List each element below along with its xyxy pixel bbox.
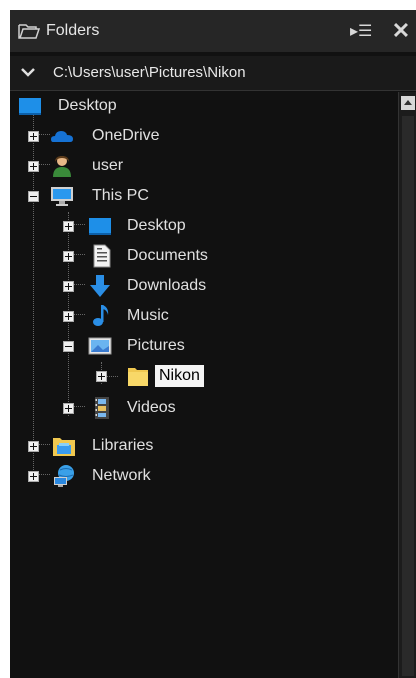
expand-button[interactable] — [63, 311, 74, 322]
music-note-icon — [93, 305, 109, 326]
chevron-down-icon[interactable] — [20, 64, 36, 80]
list-toggle-icon[interactable]: ▸☰ — [350, 21, 376, 41]
expand-button[interactable] — [96, 371, 107, 382]
current-path[interactable]: C:\Users\user\Pictures\Nikon — [53, 64, 246, 81]
collapse-button[interactable] — [63, 341, 74, 352]
expand-button[interactable] — [63, 221, 74, 232]
folders-panel: Folders ▸☰ ✕ C:\Users\user\Pictures\Niko… — [10, 10, 416, 678]
tree-item-label[interactable]: Downloads — [127, 277, 206, 295]
tree-item-label[interactable]: Libraries — [92, 437, 153, 455]
tree-item-nikon[interactable]: Nikon — [10, 362, 390, 390]
expand-button[interactable] — [28, 131, 39, 142]
expand-button[interactable] — [63, 281, 74, 292]
library-folder-icon — [53, 438, 75, 456]
tree-item-user[interactable]: user — [10, 152, 390, 180]
tree-item-desktop[interactable]: Desktop — [10, 212, 390, 240]
tree-item-label[interactable]: user — [92, 157, 123, 175]
tree-item-label[interactable]: Desktop — [58, 97, 117, 115]
folder-tree: Desktop OneDrive user This PC Desktop Do… — [10, 92, 400, 678]
desktop-icon — [19, 98, 41, 115]
cloud-icon — [51, 131, 73, 142]
tree-item-libraries[interactable]: Libraries — [10, 432, 390, 460]
desktop-icon — [89, 218, 111, 235]
download-arrow-icon — [90, 275, 110, 297]
folder-icon — [128, 368, 148, 386]
panel-title: Folders — [46, 22, 100, 39]
scrollbar-track[interactable] — [402, 116, 414, 676]
film-icon — [95, 397, 109, 419]
close-icon[interactable]: ✕ — [388, 18, 414, 44]
tree-item-this-pc[interactable]: This PC — [10, 182, 390, 210]
network-icon — [54, 465, 74, 487]
collapse-button[interactable] — [28, 191, 39, 202]
tree-item-videos[interactable]: Videos — [10, 394, 390, 422]
expand-button[interactable] — [28, 471, 39, 482]
tree-item-documents[interactable]: Documents — [10, 242, 390, 270]
tree-item-label[interactable]: Pictures — [127, 337, 185, 355]
expand-button[interactable] — [63, 403, 74, 414]
tree-item-music[interactable]: Music — [10, 302, 390, 330]
tree-item-pictures[interactable]: Pictures — [10, 332, 390, 360]
tree-item-label[interactable]: This PC — [92, 187, 149, 205]
tree-item-label[interactable]: Network — [92, 467, 151, 485]
scroll-up-button[interactable] — [401, 96, 415, 110]
expand-button[interactable] — [63, 251, 74, 262]
expand-button[interactable] — [28, 441, 39, 452]
tree-item-label[interactable]: Documents — [127, 247, 208, 265]
picture-icon — [88, 337, 112, 355]
computer-icon — [51, 187, 73, 206]
tree-item-label[interactable]: Videos — [127, 399, 176, 417]
tree-item-downloads[interactable]: Downloads — [10, 272, 390, 300]
panel-titlebar: Folders ▸☰ ✕ — [10, 10, 416, 52]
tree-item-network[interactable]: Network — [10, 462, 390, 490]
tree-item-onedrive[interactable]: OneDrive — [10, 122, 390, 150]
user-icon — [53, 156, 71, 177]
folder-outline-icon — [18, 24, 40, 39]
tree-item-label[interactable]: Music — [127, 307, 169, 325]
tree-item-label[interactable]: OneDrive — [92, 127, 160, 145]
tree-item-label[interactable]: Desktop — [127, 217, 186, 235]
tree-item-label-selected[interactable]: Nikon — [155, 365, 204, 387]
expand-button[interactable] — [28, 161, 39, 172]
document-icon — [93, 244, 111, 268]
vertical-scrollbar[interactable] — [398, 92, 416, 678]
path-bar[interactable]: C:\Users\user\Pictures\Nikon — [10, 56, 416, 91]
tree-item-desktop-root[interactable]: Desktop — [10, 92, 390, 120]
